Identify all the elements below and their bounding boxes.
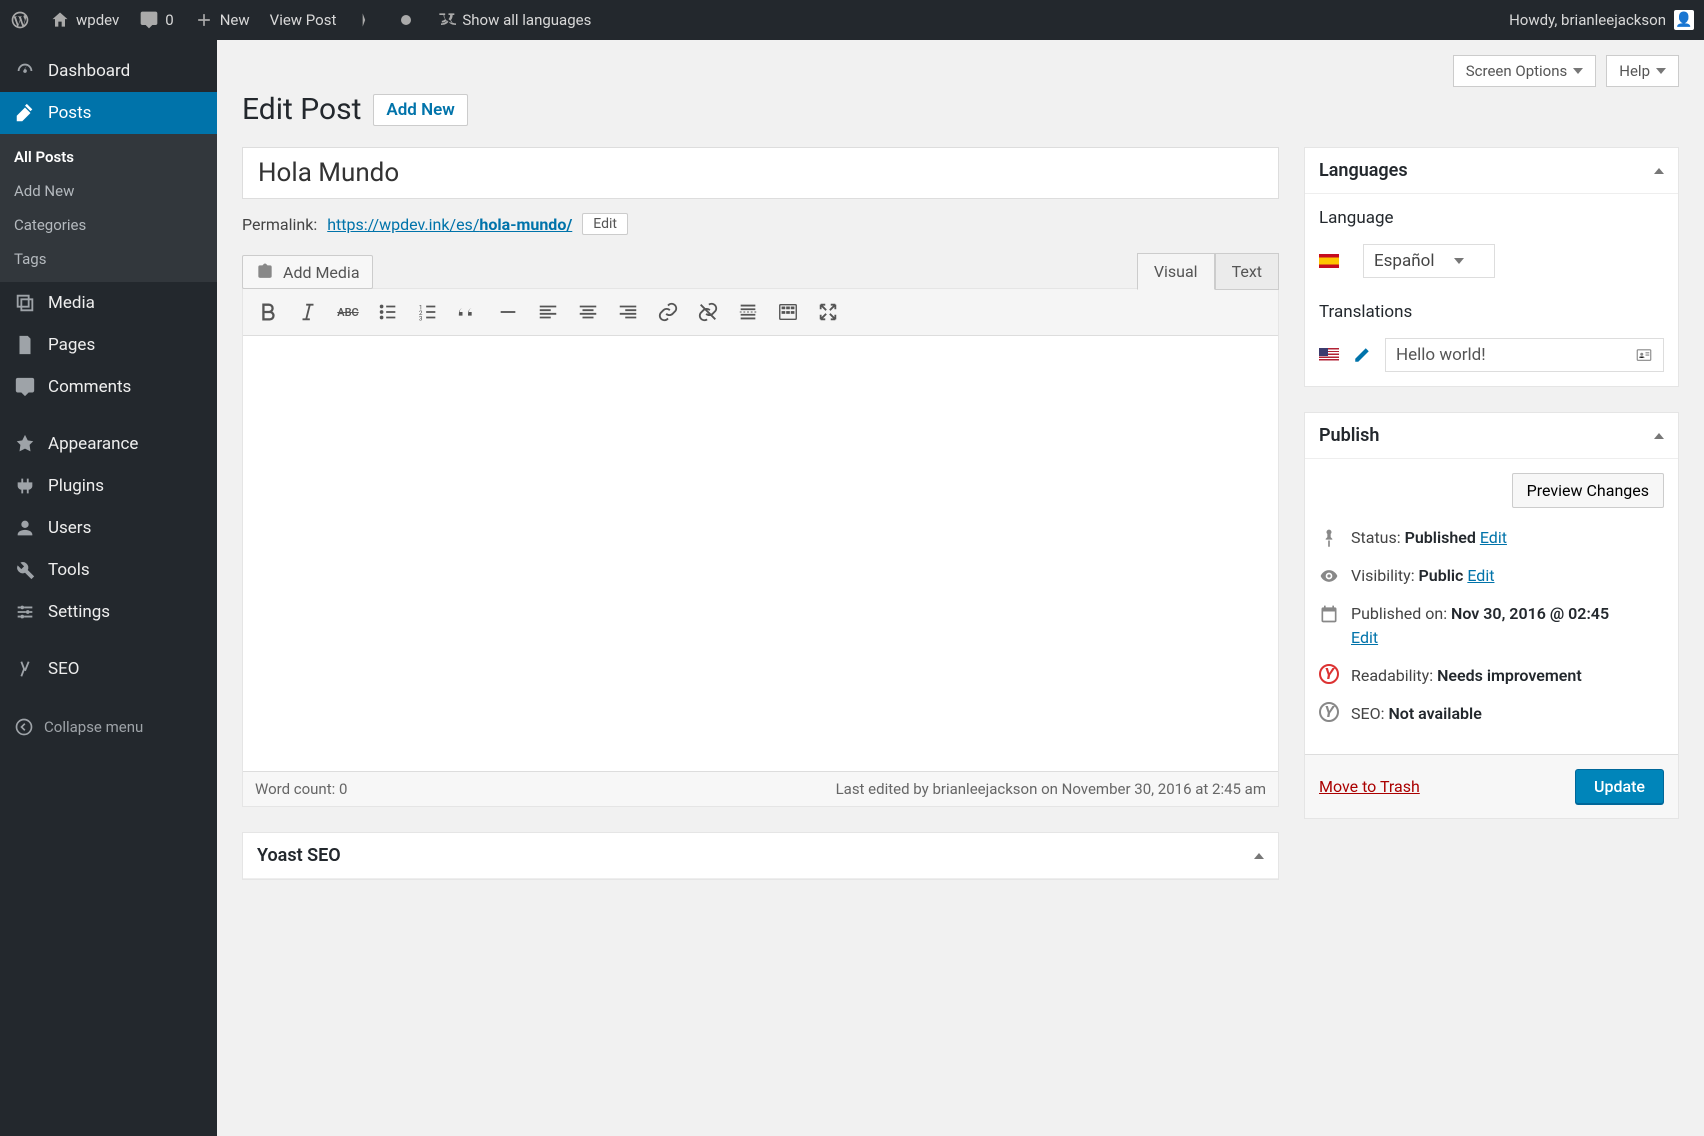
numbered-list-icon[interactable]: 123: [411, 295, 445, 329]
pin-icon: [1319, 528, 1339, 548]
tab-text[interactable]: Text: [1215, 253, 1279, 290]
svg-text:3: 3: [419, 314, 423, 322]
flag-usa-icon: [1319, 348, 1339, 362]
comments-link[interactable]: 0: [139, 10, 173, 30]
languages-metabox-header[interactable]: Languages: [1305, 148, 1678, 194]
submenu-categories[interactable]: Categories: [0, 208, 217, 242]
menu-posts[interactable]: Posts: [0, 92, 217, 134]
bold-icon[interactable]: [251, 295, 285, 329]
tab-visual[interactable]: Visual: [1137, 253, 1215, 290]
chevron-up-icon: [1654, 168, 1664, 174]
blockquote-icon[interactable]: [451, 295, 485, 329]
editor: ABC 123: [242, 288, 1279, 807]
translation-input[interactable]: Hello world!: [1385, 338, 1664, 372]
toolbar-toggle-icon[interactable]: [771, 295, 805, 329]
menu-users[interactable]: Users: [0, 507, 217, 549]
menu-settings[interactable]: Settings: [0, 591, 217, 633]
pencil-icon[interactable]: [1353, 346, 1371, 364]
user-greeting[interactable]: Howdy, brianleejackson: [1509, 11, 1666, 29]
edit-permalink-button[interactable]: Edit: [582, 213, 628, 235]
add-media-button[interactable]: Add Media: [242, 255, 373, 289]
update-button[interactable]: Update: [1575, 769, 1664, 804]
site-link[interactable]: wpdev: [50, 10, 119, 30]
align-right-icon[interactable]: [611, 295, 645, 329]
yoast-seo-icon: Y: [1319, 702, 1339, 722]
menu-plugins[interactable]: Plugins: [0, 465, 217, 507]
last-edited: Last edited by brianleejackson on Novemb…: [836, 780, 1266, 798]
align-center-icon[interactable]: [571, 295, 605, 329]
move-to-trash-link[interactable]: Move to Trash: [1319, 777, 1420, 796]
publish-metabox: Publish Preview Changes Status: Publishe…: [1304, 412, 1679, 819]
unlink-icon[interactable]: [691, 295, 725, 329]
edit-status-link[interactable]: Edit: [1480, 528, 1507, 547]
word-count: Word count: 0: [255, 780, 347, 798]
fullscreen-icon[interactable]: [811, 295, 845, 329]
menu-tools[interactable]: Tools: [0, 549, 217, 591]
hr-icon[interactable]: [491, 295, 525, 329]
submenu-all-posts[interactable]: All Posts: [0, 140, 217, 174]
flag-spain-icon: [1319, 254, 1339, 268]
submenu-add-new[interactable]: Add New: [0, 174, 217, 208]
chevron-up-icon: [1254, 853, 1264, 859]
add-new-button[interactable]: Add New: [373, 94, 467, 126]
view-post-link[interactable]: View Post: [270, 11, 337, 29]
admin-sidebar: Dashboard Posts All Posts Add New Catego…: [0, 40, 217, 1136]
menu-seo[interactable]: SEO: [0, 648, 217, 690]
bullet-list-icon[interactable]: [371, 295, 405, 329]
link-icon[interactable]: [651, 295, 685, 329]
preview-changes-button[interactable]: Preview Changes: [1512, 473, 1664, 508]
chevron-down-icon: [1656, 68, 1666, 74]
translations-label: Translations: [1319, 302, 1664, 322]
post-title-input[interactable]: [242, 147, 1279, 199]
posts-submenu: All Posts Add New Categories Tags: [0, 134, 217, 282]
permalink-row: Permalink: https://wpdev.ink/es/hola-mun…: [242, 213, 1279, 235]
calendar-icon: [1319, 604, 1339, 624]
wp-logo[interactable]: [10, 10, 30, 30]
yoast-seo-metabox-header[interactable]: Yoast SEO: [243, 833, 1278, 879]
strikethrough-icon[interactable]: ABC: [331, 295, 365, 329]
editor-toolbar: ABC 123: [243, 289, 1278, 336]
readmore-icon[interactable]: [731, 295, 765, 329]
menu-pages[interactable]: Pages: [0, 324, 217, 366]
menu-media[interactable]: Media: [0, 282, 217, 324]
permalink-link[interactable]: https://wpdev.ink/es/hola-mundo/: [327, 215, 572, 234]
submenu-tags[interactable]: Tags: [0, 242, 217, 276]
edit-visibility-link[interactable]: Edit: [1467, 566, 1494, 585]
admin-toolbar: wpdev 0 New View Post Show all languages…: [0, 0, 1704, 40]
align-left-icon[interactable]: [531, 295, 565, 329]
chevron-up-icon: [1654, 433, 1664, 439]
yoast-readability-icon: Y: [1319, 664, 1339, 684]
language-label: Language: [1319, 208, 1664, 228]
yoast-toolbar-icon[interactable]: [356, 10, 376, 30]
collapse-menu[interactable]: Collapse menu: [0, 705, 217, 749]
contact-card-icon[interactable]: [1635, 346, 1653, 364]
menu-comments[interactable]: Comments: [0, 366, 217, 408]
eye-icon: [1319, 566, 1339, 586]
screen-options-button[interactable]: Screen Options: [1453, 55, 1597, 87]
languages-toolbar-link[interactable]: Show all languages: [436, 10, 591, 30]
help-button[interactable]: Help: [1606, 55, 1679, 87]
menu-appearance[interactable]: Appearance: [0, 423, 217, 465]
editor-content[interactable]: [243, 336, 1278, 771]
languages-metabox: Languages Language Español Translations: [1304, 147, 1679, 387]
user-avatar[interactable]: 👤: [1674, 10, 1694, 30]
edit-date-link[interactable]: Edit: [1351, 628, 1378, 647]
publish-metabox-header[interactable]: Publish: [1305, 413, 1678, 459]
new-content-link[interactable]: New: [194, 10, 250, 30]
italic-icon[interactable]: [291, 295, 325, 329]
chevron-down-icon: [1454, 258, 1464, 264]
language-select[interactable]: Español: [1363, 244, 1495, 278]
chevron-down-icon: [1573, 68, 1583, 74]
status-dot-icon[interactable]: [396, 10, 416, 30]
page-title: Edit Post: [242, 92, 361, 127]
main-content: Screen Options Help Edit Post Add New Pe…: [217, 40, 1704, 1136]
menu-dashboard[interactable]: Dashboard: [0, 50, 217, 92]
